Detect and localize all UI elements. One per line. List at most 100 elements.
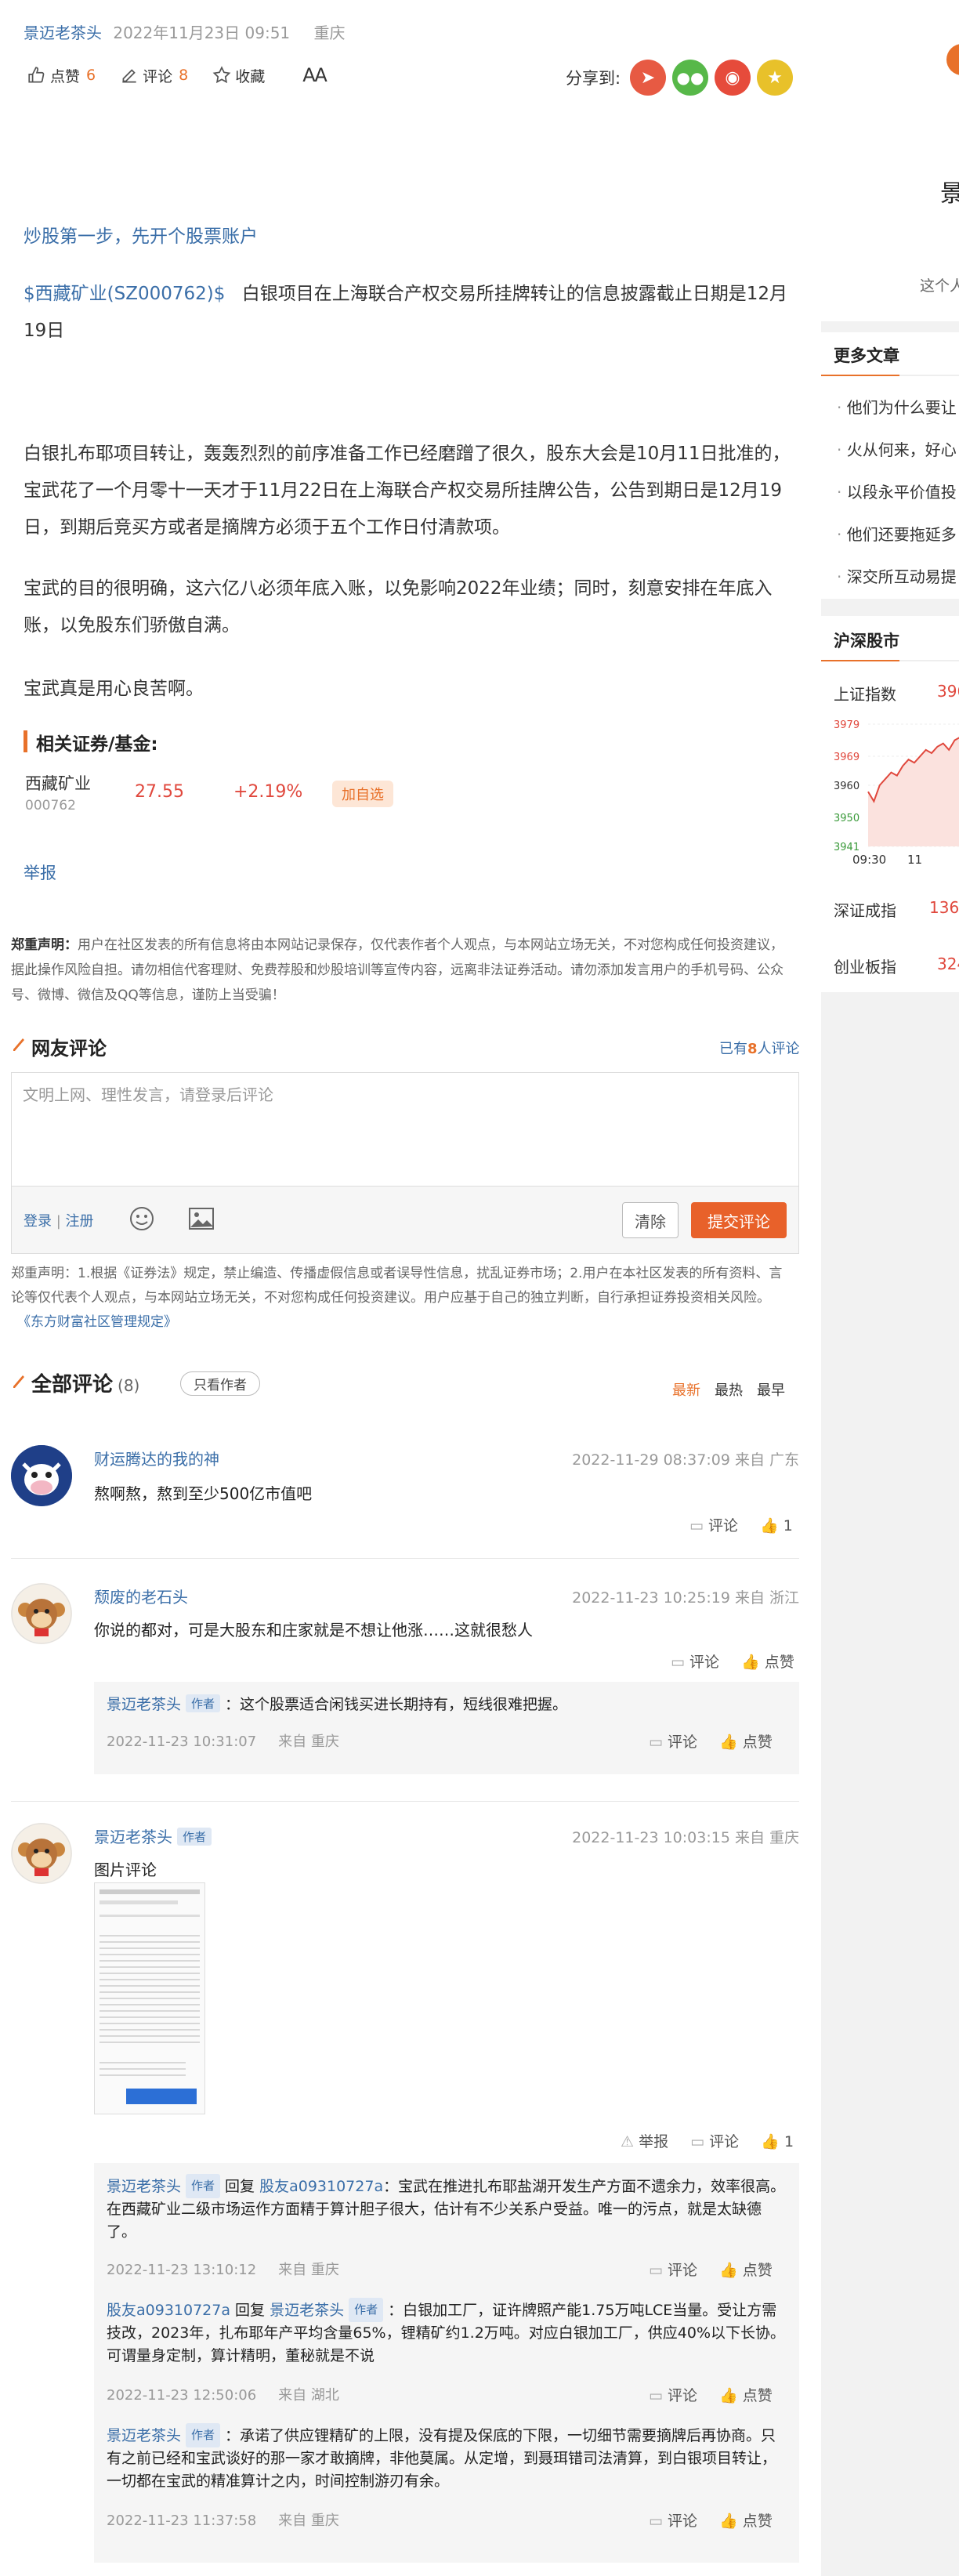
comment-actions: ▭ 评论 👍 点赞	[671, 1650, 794, 1672]
friend-comments-title: 网友评论	[31, 1038, 107, 1060]
reply-word: 回复	[235, 2302, 266, 2319]
font-size-button[interactable]: AA	[302, 64, 327, 86]
weibo-icon: ◉	[725, 67, 740, 88]
reply-button[interactable]: ▭ 评论	[649, 2387, 697, 2404]
related-stock-name[interactable]: 西藏矿业	[25, 771, 91, 795]
sh-index-label[interactable]: 上证指数	[834, 682, 896, 705]
reply-button[interactable]: ▭ 评论	[671, 1654, 719, 1671]
like-label: 点赞	[742, 1734, 773, 1751]
share-toutiao-button[interactable]: ➤	[630, 60, 666, 96]
reply-button[interactable]: ▭ 评论	[649, 2513, 697, 2530]
reply-user[interactable]: 景迈老茶头	[107, 2427, 181, 2444]
avatar[interactable]	[11, 1823, 72, 1884]
more-articles: 更多文章 · 他们为什么要让 · 火从何来，好心 · 以段永平价值投 · 他们还…	[821, 332, 959, 599]
comment-user[interactable]: 景迈老茶头	[94, 1828, 172, 1846]
comment-count: 8	[179, 67, 189, 84]
stock-tag-link[interactable]: $西藏矿业(SZ000762)$	[24, 284, 225, 304]
login-register: 登录 | 注册	[24, 1210, 94, 1230]
like-button[interactable]: 👍 1	[760, 1517, 793, 1534]
like-button[interactable]: 👍 点赞	[719, 2262, 773, 2279]
reply-word: 回复	[225, 2178, 255, 2195]
like-button[interactable]: 👍 点赞	[719, 1734, 773, 1751]
report-button[interactable]: ⚠ 举报	[621, 2133, 668, 2150]
reply-button[interactable]: ▭ 评论	[649, 2262, 697, 2279]
author-card-desc: 这个人	[920, 277, 959, 295]
post-meta: 景迈老茶头 2022年11月23日 09:51 重庆	[24, 20, 346, 43]
more-article-item[interactable]: · 以段永平价值投	[837, 480, 957, 502]
article-headline: $西藏矿业(SZ000762)$ 白银项目在上海联合产权交易所挂牌转让的信息披露…	[24, 276, 795, 350]
all-comments-count: (8)	[118, 1376, 140, 1395]
action-toolbar: 点赞 6 评论 8 收藏 AA	[27, 64, 328, 86]
author-avatar[interactable]	[946, 44, 959, 75]
pen-icon	[13, 1038, 24, 1051]
more-article-item[interactable]: · 火从何来，好心	[837, 437, 957, 460]
article-column: 景迈老茶头 2022年11月23日 09:51 重庆 点赞 6 评论 8 收藏 …	[0, 0, 815, 2576]
comment-button[interactable]: 评论 8	[119, 65, 188, 86]
reply-user[interactable]: 股友a09310727a	[107, 2302, 230, 2319]
login-link[interactable]: 登录	[24, 1213, 52, 1230]
share-wechat-button[interactable]: ●●	[672, 60, 708, 96]
comment-textarea[interactable]: 文明上网、理性发言，请登录后评论	[11, 1072, 799, 1187]
reply-button[interactable]: ▭ 评论	[649, 1734, 697, 1751]
divider	[11, 1801, 799, 1802]
reply-from: 来自 重庆	[278, 2262, 339, 2278]
image-icon[interactable]	[188, 1207, 215, 1230]
share-weibo-button[interactable]: ◉	[715, 60, 751, 96]
author-card-name[interactable]: 景	[940, 174, 959, 208]
sz-index-label[interactable]: 深证成指	[834, 898, 896, 921]
open-account-link[interactable]: 炒股第一步，先开个股票账户	[24, 221, 258, 248]
more-article-item[interactable]: · 他们还要拖延多	[837, 522, 957, 545]
comment-user[interactable]: 财运腾达的我的神	[94, 1447, 219, 1469]
reply-time: 2022-11-23 13:10:12 来自 重庆	[107, 2259, 339, 2279]
avatar[interactable]	[11, 1583, 72, 1644]
reply-button[interactable]: ▭ 评论	[689, 1517, 738, 1534]
reply-line: 股友a09310727a 回复 景迈老茶头 作者 ：白银加工厂，证许牌照产能1.75…	[107, 2298, 788, 2368]
like-button[interactable]: 👍 点赞	[719, 2513, 773, 2530]
more-article-item[interactable]: · 他们为什么要让	[837, 395, 957, 418]
reply-button[interactable]: ▭ 评论	[690, 2133, 739, 2150]
reply-target[interactable]: 股友a09310727a	[259, 2178, 383, 2195]
report-link[interactable]: 举报	[24, 860, 56, 884]
article-paragraph-2: 宝武的目的很明确，这六亿八必须年底入账，以免影响2022年业绩；同时，刻意安排在…	[24, 578, 773, 636]
disclaimer-bold: 郑重声明：	[11, 937, 78, 953]
reply-timestamp: 2022-11-23 12:50:06	[107, 2387, 257, 2404]
clear-button[interactable]: 清除	[622, 1202, 679, 1238]
comment-text: 你说的都对，可是大股东和庄家就是不想让他涨……这就很愁人	[94, 1621, 533, 1639]
comment-user[interactable]: 颓废的老石头	[94, 1585, 188, 1607]
monkey-avatar-icon	[11, 1583, 72, 1644]
reply-target[interactable]: 景迈老茶头	[270, 2302, 344, 2319]
like-count: 1	[783, 2133, 794, 2150]
intraday-area	[868, 737, 959, 846]
comment-image-thumbnail[interactable]	[94, 1882, 205, 2114]
community-rules-link[interactable]: 《东方财富社区管理规定》	[17, 1314, 177, 1330]
like-button[interactable]: 👍 1	[761, 2133, 794, 2150]
all-comments-label: 全部评论	[31, 1373, 114, 1397]
sort-newest[interactable]: 最新	[672, 1379, 700, 1400]
related-stock-change: +2.19%	[233, 782, 303, 802]
like-button[interactable]: 👍 点赞	[741, 1654, 794, 1671]
register-link[interactable]: 注册	[66, 1213, 94, 1230]
community-notice: 郑重声明：1.根据《证券法》规定，禁止编造、传播虚假信息或者误导性信息，扰乱证券…	[11, 1262, 787, 1335]
reply-user[interactable]: 景迈老茶头	[107, 1696, 181, 1713]
reply-user[interactable]: 景迈老茶头	[107, 2178, 181, 2195]
submit-comment-button[interactable]: 提交评论	[691, 1202, 787, 1238]
like-button[interactable]: 点赞 6	[27, 65, 96, 86]
star-icon	[212, 66, 231, 84]
thumb-up-icon	[28, 67, 45, 83]
reply-box: 景迈老茶头 作者 回复 股友a09310727a：宝武在推进扎布耶盐湖开发生产方面不…	[94, 2163, 799, 2563]
sort-hottest[interactable]: 最热	[715, 1379, 743, 1400]
add-watchlist-button[interactable]: 加自选	[332, 781, 393, 807]
sort-earliest[interactable]: 最早	[757, 1379, 785, 1400]
author-link[interactable]: 景迈老茶头	[24, 24, 102, 42]
like-button[interactable]: 👍 点赞	[719, 2387, 773, 2404]
collect-button[interactable]: 收藏	[212, 65, 265, 86]
only-author-button[interactable]: 只看作者	[180, 1371, 260, 1396]
post-datetime: 2022年11月23日 09:51	[113, 24, 291, 42]
like-label: 点赞	[742, 2387, 773, 2404]
y-tick-label: 3979	[834, 719, 859, 731]
avatar[interactable]	[11, 1445, 72, 1506]
cy-index-label[interactable]: 创业板指	[834, 955, 896, 977]
share-qzone-button[interactable]: ★	[757, 60, 793, 96]
more-article-item[interactable]: · 深交所互动易提	[837, 564, 957, 587]
emoji-icon[interactable]	[128, 1205, 155, 1232]
